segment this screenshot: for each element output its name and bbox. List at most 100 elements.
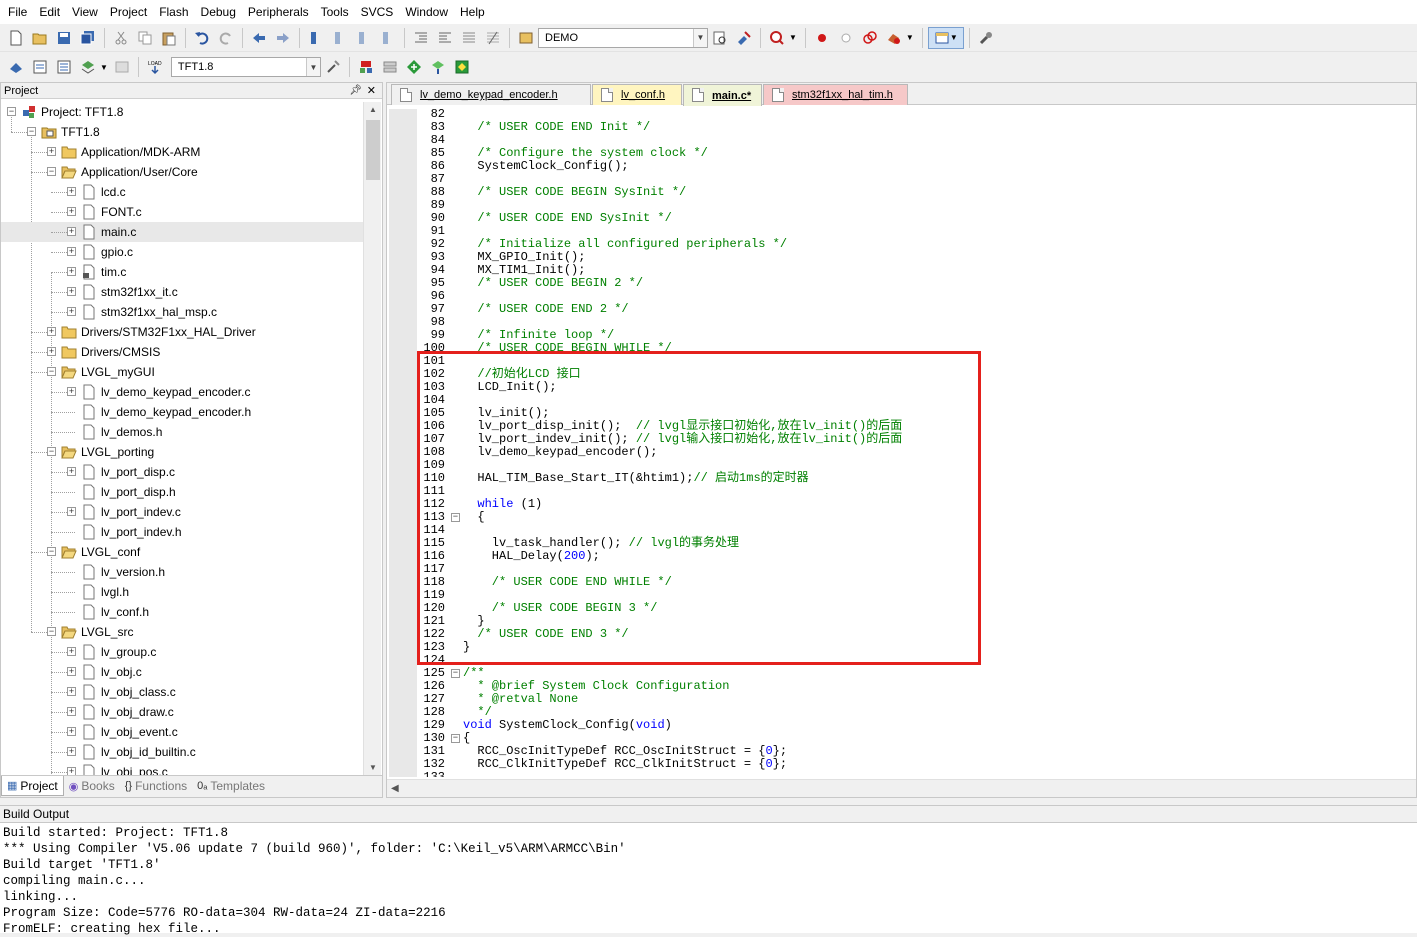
tree-item[interactable]: + lcd.c — [1, 182, 363, 202]
fold-collapse-icon[interactable]: − — [451, 734, 460, 743]
nav-back-icon[interactable] — [248, 27, 270, 49]
collapse-icon[interactable]: − — [7, 107, 16, 116]
tree-item[interactable]: + tim.c — [1, 262, 363, 282]
expand-icon[interactable]: + — [67, 267, 76, 276]
nav-forward-icon[interactable] — [272, 27, 294, 49]
chevron-down-icon[interactable]: ▼ — [305, 58, 320, 76]
menu-svcs[interactable]: SVCS — [355, 0, 400, 24]
tree-item[interactable]: lv_port_indev.h — [1, 522, 363, 542]
undo-icon[interactable] — [191, 27, 213, 49]
code-line[interactable]: 112 while (1) — [417, 498, 1407, 511]
chevron-down-icon[interactable]: ▼ — [693, 28, 707, 47]
find-in-files-icon[interactable] — [515, 27, 537, 49]
expand-icon[interactable]: + — [67, 227, 76, 236]
window-layout-icon[interactable]: ▼ — [927, 26, 964, 49]
menu-edit[interactable]: Edit — [33, 0, 66, 24]
indent-icon[interactable] — [410, 27, 432, 49]
find-combo[interactable]: DEMO ▼ — [538, 27, 708, 48]
redo-icon[interactable] — [215, 27, 237, 49]
expand-icon[interactable]: + — [67, 507, 76, 516]
expand-icon[interactable]: + — [47, 347, 56, 356]
configure-icon[interactable] — [975, 27, 997, 49]
tree-item[interactable]: + Drivers/STM32F1xx_HAL_Driver — [1, 322, 363, 342]
code-line[interactable]: 111 — [417, 485, 1407, 498]
close-icon[interactable]: ✕ — [367, 83, 376, 99]
scrollbar-thumb[interactable] — [366, 120, 380, 180]
save-all-icon[interactable] — [77, 27, 99, 49]
tree-item[interactable]: + lv_obj_id_builtin.c — [1, 742, 363, 762]
paste-icon[interactable] — [158, 27, 180, 49]
menu-file[interactable]: File — [2, 0, 33, 24]
editor-hscrollbar[interactable]: ◀ — [387, 779, 1416, 797]
scroll-down-icon[interactable]: ▼ — [364, 760, 382, 776]
tree-item[interactable]: + lv_obj.c — [1, 662, 363, 682]
menu-debug[interactable]: Debug — [195, 0, 242, 24]
tree-item[interactable]: + lv_obj_class.c — [1, 682, 363, 702]
tree-item[interactable]: + lv_demo_keypad_encoder.c — [1, 382, 363, 402]
expand-icon[interactable]: + — [47, 147, 56, 156]
code-line[interactable]: 127 * @retval None — [417, 693, 1407, 706]
collapse-icon[interactable]: − — [27, 127, 36, 136]
code-line[interactable]: 95 /* USER CODE BEGIN 2 */ — [417, 277, 1407, 290]
bookmark-next-icon[interactable] — [353, 27, 375, 49]
tree-item[interactable]: lvgl.h — [1, 582, 363, 602]
code-area[interactable]: 82 83 /* USER CODE END Init */84 85 /* Con… — [417, 109, 1414, 777]
breakpoint-kill-all-icon[interactable] — [859, 27, 881, 49]
manage-project-items-icon[interactable] — [355, 56, 377, 78]
code-line[interactable]: 122 /* USER CODE END 3 */ — [417, 628, 1407, 641]
code-line[interactable]: 132 RCC_ClkInitTypeDef RCC_ClkInitStruct… — [417, 758, 1407, 771]
chevron-down-icon[interactable]: ▼ — [906, 33, 914, 42]
debug-session-icon[interactable] — [766, 27, 788, 49]
target-select[interactable]: TFT1.8 ▼ — [170, 57, 321, 77]
build-icon[interactable] — [29, 56, 51, 78]
tree-item[interactable]: − LVGL_src — [1, 622, 363, 642]
tree-item[interactable]: + main.c — [1, 222, 363, 242]
target-options-icon[interactable] — [322, 56, 344, 78]
code-line[interactable]: 113− { — [417, 511, 1407, 524]
collapse-icon[interactable]: − — [47, 627, 56, 636]
tree-item[interactable]: + stm32f1xx_it.c — [1, 282, 363, 302]
tree-item[interactable]: lv_port_disp.h — [1, 482, 363, 502]
collapse-icon[interactable]: − — [47, 367, 56, 376]
translate-icon[interactable] — [5, 56, 27, 78]
tree-item[interactable]: + FONT.c — [1, 202, 363, 222]
code-line[interactable]: 129 void SystemClock_Config(void) — [417, 719, 1407, 732]
tree-item[interactable]: + lv_obj_pos.c — [1, 762, 363, 776]
code-line[interactable]: 133 — [417, 771, 1407, 778]
expand-icon[interactable]: + — [67, 287, 76, 296]
tab-books[interactable]: ◉ Books — [64, 776, 120, 796]
new-file-icon[interactable] — [5, 27, 27, 49]
code-line[interactable]: 108 lv_demo_keypad_encoder(); — [417, 446, 1407, 459]
code-line[interactable]: 100 /* USER CODE BEGIN WHILE */ — [417, 342, 1407, 355]
tree-item[interactable]: − Application/User/Core — [1, 162, 363, 182]
tree-item[interactable]: + Application/MDK-ARM — [1, 142, 363, 162]
uncomment-icon[interactable] — [482, 27, 504, 49]
tab-functions[interactable]: {} Functions — [120, 776, 192, 796]
chevron-down-icon[interactable]: ▼ — [789, 33, 797, 42]
expand-icon[interactable]: + — [67, 467, 76, 476]
save-icon[interactable] — [53, 27, 75, 49]
tree-item[interactable]: + lv_port_disp.c — [1, 462, 363, 482]
code-line[interactable]: 88 /* USER CODE BEGIN SysInit */ — [417, 186, 1407, 199]
fold-collapse-icon[interactable]: − — [451, 669, 460, 678]
code-line[interactable]: 83 /* USER CODE END Init */ — [417, 121, 1407, 134]
code-line[interactable]: 103 LCD_Init(); — [417, 381, 1407, 394]
menu-flash[interactable]: Flash — [153, 0, 194, 24]
editor-tab[interactable]: lv_demo_keypad_encoder.h — [391, 84, 591, 105]
collapse-icon[interactable]: − — [47, 447, 56, 456]
collapse-icon[interactable]: − — [47, 167, 56, 176]
tree-item[interactable]: + gpio.c — [1, 242, 363, 262]
download-load-icon[interactable]: LOAD — [144, 56, 166, 78]
select-packs-icon[interactable] — [379, 56, 401, 78]
editor-tab[interactable]: stm32f1xx_hal_tim.h — [763, 84, 908, 105]
open-folder-icon[interactable] — [29, 27, 51, 49]
tree-item[interactable]: lv_demos.h — [1, 422, 363, 442]
breakpoint-icon[interactable] — [811, 27, 833, 49]
incremental-find-icon[interactable] — [733, 27, 755, 49]
bookmark-icon[interactable] — [305, 27, 327, 49]
tree-item[interactable]: + lv_port_indev.c — [1, 502, 363, 522]
code-line[interactable]: 102 //初始化LCD 接口 — [417, 368, 1407, 381]
menu-view[interactable]: View — [66, 0, 104, 24]
tab-project[interactable]: ▦ Project — [1, 776, 64, 796]
tree-item[interactable]: lv_conf.h — [1, 602, 363, 622]
